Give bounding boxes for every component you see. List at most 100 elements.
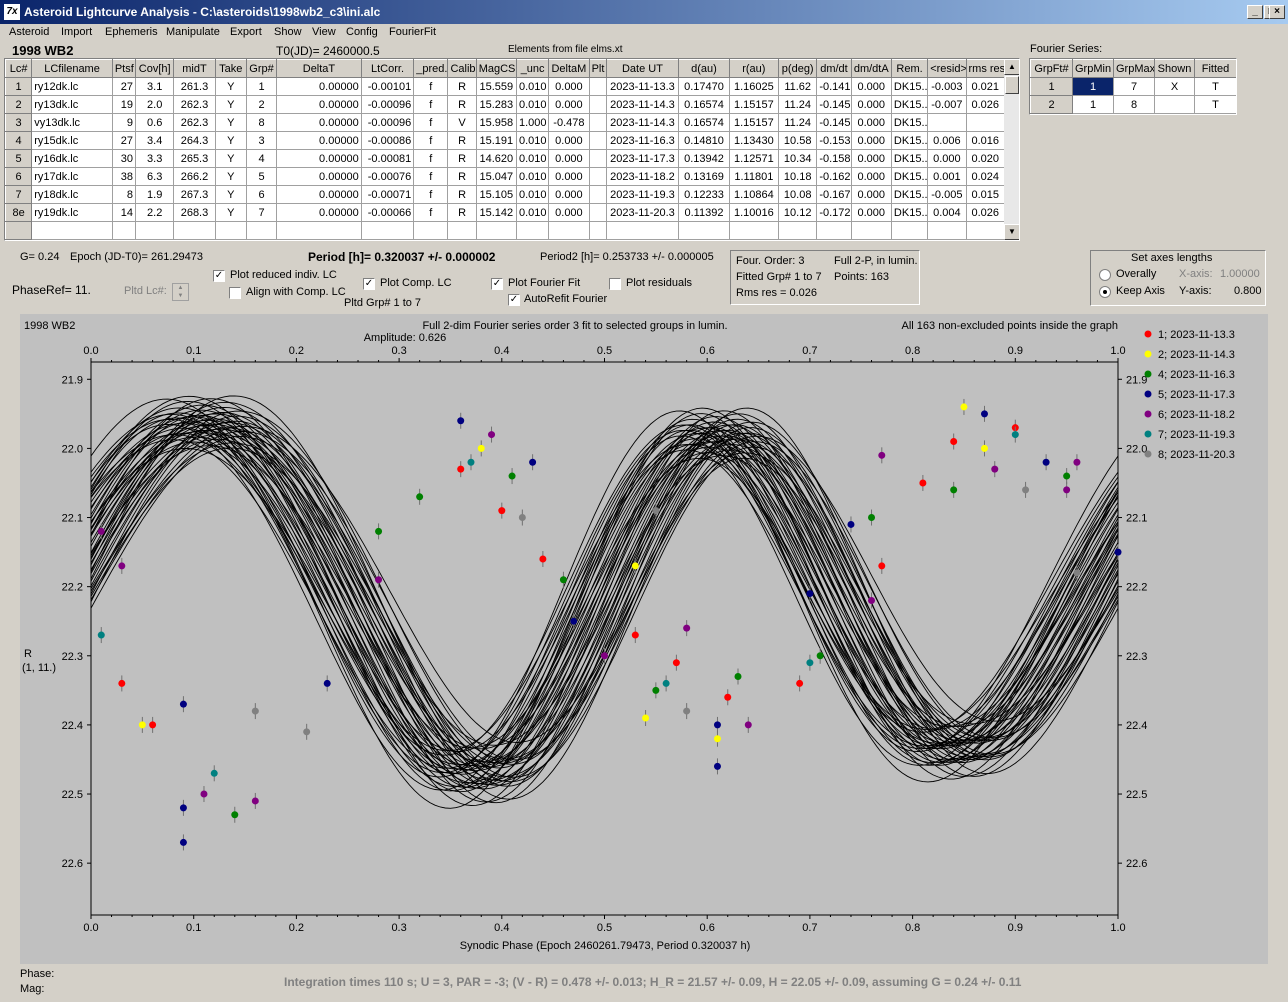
table-cell[interactable]: 30: [111, 149, 137, 168]
lc-col-header[interactable]: _unc: [515, 59, 550, 78]
table-cell[interactable]: DK15...: [890, 77, 929, 96]
table-cell[interactable]: R: [447, 203, 477, 222]
table-cell[interactable]: 19: [111, 95, 137, 114]
scroll-up-icon[interactable]: ▲: [1004, 59, 1019, 75]
table-cell[interactable]: 15.105: [475, 185, 518, 204]
table-cell[interactable]: 0.000: [927, 149, 967, 168]
table-cell[interactable]: [588, 113, 607, 132]
table-cell[interactable]: [588, 221, 607, 240]
lc-col-header[interactable]: Grp#: [245, 59, 278, 78]
lc-col-header[interactable]: Cov[h]: [135, 59, 175, 78]
table-cell[interactable]: [678, 221, 730, 240]
keep-axis-radio[interactable]: [1099, 286, 1111, 298]
table-cell[interactable]: -0.145: [816, 113, 852, 132]
table-cell[interactable]: R: [447, 167, 477, 186]
table-cell[interactable]: 15.559: [475, 77, 518, 96]
fourier-row[interactable]: 117XT: [1030, 77, 1236, 96]
table-cell[interactable]: 1.10016: [728, 203, 780, 222]
fourier-cell[interactable]: 1: [1072, 77, 1114, 96]
table-cell[interactable]: 2.0: [135, 95, 175, 114]
fourier-col-header[interactable]: GrpMax: [1113, 59, 1155, 78]
table-cell[interactable]: [728, 221, 780, 240]
table-cell[interactable]: DK15...: [890, 131, 929, 150]
lc-col-header[interactable]: Lc#: [5, 59, 33, 78]
table-cell[interactable]: 0.6: [135, 113, 175, 132]
table-cell[interactable]: 3.3: [135, 149, 175, 168]
table-cell[interactable]: 0.000: [548, 95, 590, 114]
table-cell[interactable]: 0.026: [965, 203, 1005, 222]
table-cell[interactable]: Y: [214, 185, 247, 204]
table-cell[interactable]: [927, 221, 967, 240]
table-cell[interactable]: 0.000: [548, 167, 590, 186]
table-cell[interactable]: 7: [5, 185, 33, 204]
table-cell[interactable]: [850, 221, 892, 240]
table-cell[interactable]: 1.15157: [728, 113, 780, 132]
lc-table-scrollbar[interactable]: ▲ ▼: [1004, 59, 1019, 240]
table-cell[interactable]: 4: [245, 149, 278, 168]
table-cell[interactable]: 0.00000: [276, 95, 362, 114]
table-cell[interactable]: 0.000: [548, 149, 590, 168]
plot-residuals-checkbox[interactable]: [609, 278, 621, 290]
table-cell[interactable]: DK15...: [890, 185, 929, 204]
table-cell[interactable]: 10.58: [778, 131, 818, 150]
table-cell[interactable]: f: [413, 131, 449, 150]
table-cell[interactable]: R: [447, 77, 477, 96]
table-cell[interactable]: 10.08: [778, 185, 818, 204]
table-cell[interactable]: 0.12233: [678, 185, 730, 204]
lc-col-header[interactable]: p(deg): [778, 59, 818, 78]
table-cell[interactable]: -0.007: [927, 95, 967, 114]
table-cell[interactable]: 0.004: [927, 203, 967, 222]
pltd-lc-spinner[interactable]: ▲ ▼: [172, 283, 189, 301]
table-cell[interactable]: 3.4: [135, 131, 175, 150]
table-cell[interactable]: 27: [111, 131, 137, 150]
table-cell[interactable]: -0.00101: [360, 77, 415, 96]
table-cell[interactable]: Y: [214, 203, 247, 222]
lightcurve-plot[interactable]: 0.0 0.0 0.1 0.1 0.2 0.2 0.3 0.3 0.4 0.4 0.5 0.5 0.6 0…: [20, 314, 1268, 964]
lc-col-header[interactable]: d(au): [678, 59, 730, 78]
lc-col-header[interactable]: Calib.: [447, 59, 477, 78]
table-cell[interactable]: 266.2: [173, 167, 216, 186]
table-cell[interactable]: 0.010: [515, 149, 550, 168]
table-cell[interactable]: -0.00071: [360, 185, 415, 204]
yaxis-field[interactable]: 0.800: [1234, 285, 1262, 297]
table-cell[interactable]: [588, 185, 607, 204]
table-cell[interactable]: 261.3: [173, 77, 216, 96]
lc-col-header[interactable]: Date UT: [605, 59, 680, 78]
table-cell[interactable]: 262.3: [173, 113, 216, 132]
table-cell[interactable]: [447, 221, 477, 240]
table-cell[interactable]: R: [447, 95, 477, 114]
table-cell[interactable]: 2.2: [135, 203, 175, 222]
table-cell[interactable]: [214, 221, 247, 240]
table-cell[interactable]: [605, 221, 680, 240]
menu-export[interactable]: Export: [230, 26, 262, 38]
table-cell[interactable]: [890, 221, 929, 240]
fourier-col-header[interactable]: GrpFt#: [1030, 59, 1073, 78]
scroll-down-icon[interactable]: ▼: [1004, 224, 1019, 240]
table-cell[interactable]: 0.010: [515, 203, 550, 222]
table-cell[interactable]: 0.11392: [678, 203, 730, 222]
table-row[interactable]: 8e ry19dk.lc 14 2.2 268.3 Y 7 0.00000 -0.00066 f R…: [5, 203, 1005, 222]
table-cell[interactable]: 0.010: [515, 185, 550, 204]
table-cell[interactable]: 0.14810: [678, 131, 730, 150]
table-cell[interactable]: 0.000: [850, 95, 892, 114]
plot-comp-checkbox[interactable]: ✓: [363, 278, 375, 290]
table-cell[interactable]: [276, 221, 362, 240]
table-cell[interactable]: DK15...: [890, 167, 929, 186]
table-cell[interactable]: 0.010: [515, 131, 550, 150]
table-cell[interactable]: 0.000: [850, 149, 892, 168]
table-cell[interactable]: 264.3: [173, 131, 216, 150]
table-cell[interactable]: -0.478: [548, 113, 590, 132]
table-cell[interactable]: DK15...: [890, 95, 929, 114]
table-cell[interactable]: 0.13169: [678, 167, 730, 186]
table-cell[interactable]: 0.000: [850, 113, 892, 132]
table-cell[interactable]: 11.62: [778, 77, 818, 96]
table-cell[interactable]: [135, 221, 175, 240]
table-row-empty[interactable]: [5, 221, 1005, 240]
table-cell[interactable]: -0.00066: [360, 203, 415, 222]
table-cell[interactable]: 0.00000: [276, 131, 362, 150]
table-cell[interactable]: f: [413, 149, 449, 168]
fourier-cell[interactable]: 7: [1113, 77, 1155, 96]
table-cell[interactable]: [816, 221, 852, 240]
table-cell[interactable]: Y: [214, 77, 247, 96]
table-cell[interactable]: DK15...: [890, 203, 929, 222]
